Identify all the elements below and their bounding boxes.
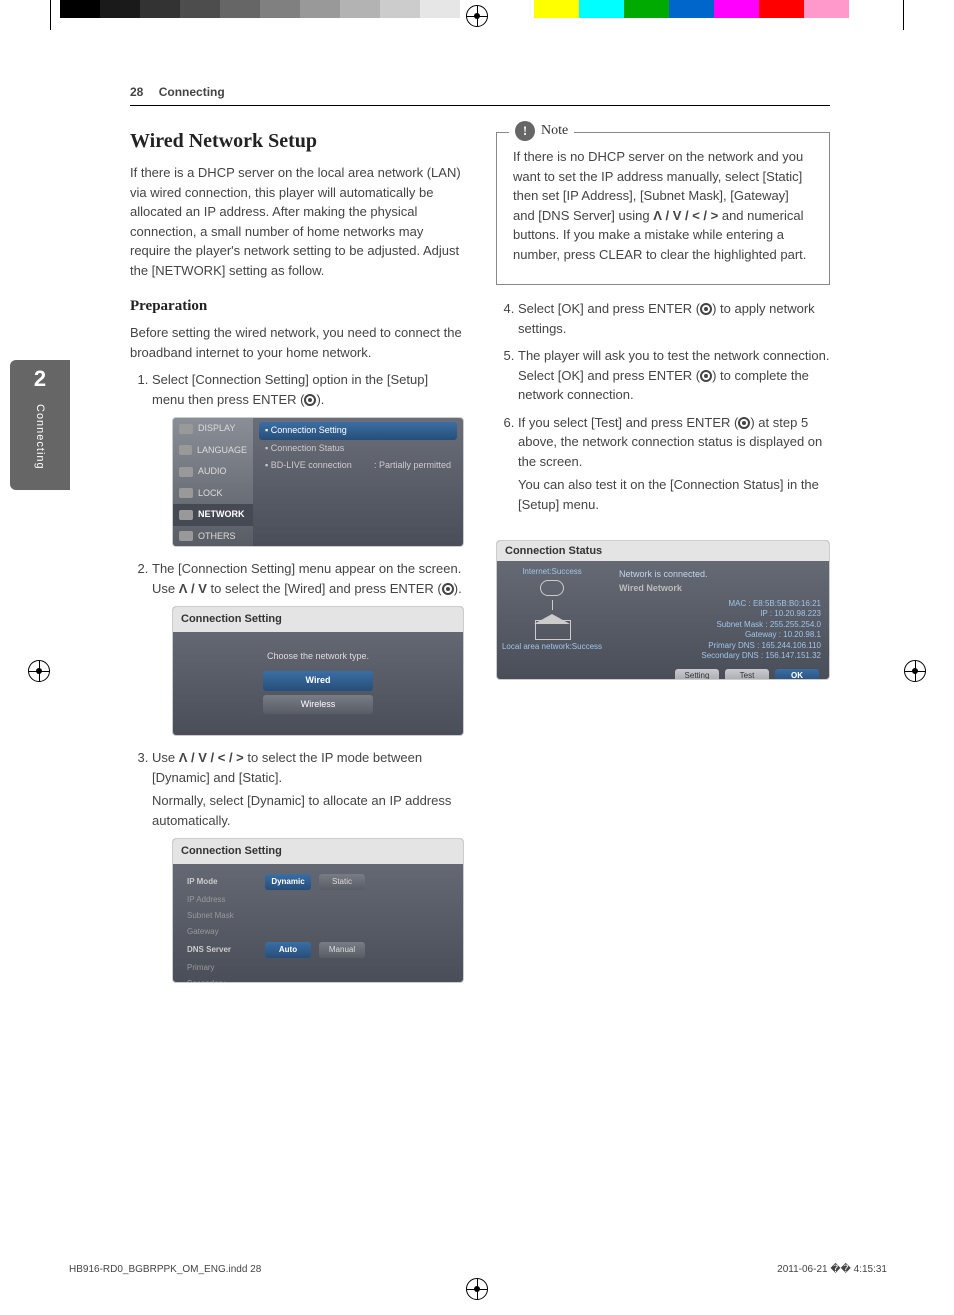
step-2: The [Connection Setting] menu appear on … bbox=[152, 559, 464, 736]
screenshot-ip-settings: Connection Setting IP Mode Dynamic Stati… bbox=[172, 838, 464, 983]
sdns-value: Secondary DNS : 156.147.151.32 bbox=[619, 651, 821, 661]
step-6: If you select [Test] and press ENTER () … bbox=[518, 413, 830, 515]
static-button: Static bbox=[319, 874, 365, 890]
ip-value: IP : 10.20.98.223 bbox=[619, 609, 821, 619]
step-4: Select [OK] and press ENTER () to apply … bbox=[518, 299, 830, 338]
step-3: Use Λ / V / < / > to select the IP mode … bbox=[152, 748, 464, 983]
ip-address-label: IP Address bbox=[187, 894, 257, 906]
preparation-paragraph: Before setting the wired network, you ne… bbox=[130, 323, 464, 362]
submenu-item: ▪ BD-LIVE connection: Partially permitte… bbox=[259, 457, 457, 475]
note-icon: ! bbox=[515, 121, 535, 141]
intro-paragraph: If there is a DHCP server on the local a… bbox=[130, 163, 464, 280]
secondary-label: Secondary bbox=[187, 978, 257, 984]
arrow-keys-icon: Λ / V bbox=[179, 581, 207, 596]
screenshot-setup-menu: DISPLAY LANGUAGE AUDIO LOCK NETWORK OTHE… bbox=[172, 417, 464, 547]
steps-list-cont: Select [OK] and press ENTER () to apply … bbox=[496, 299, 830, 522]
enter-icon bbox=[700, 370, 712, 382]
primary-label: Primary bbox=[187, 962, 257, 974]
screenshot-title: Connection Setting bbox=[173, 607, 463, 632]
subnet-value: Subnet Mask : 255.255.254.0 bbox=[619, 620, 821, 630]
registration-mark-icon bbox=[466, 1278, 488, 1300]
wireless-button: Wireless bbox=[263, 695, 373, 715]
side-tab-number: 2 bbox=[34, 360, 46, 392]
note-box: ! Note If there is no DHCP server on the… bbox=[496, 132, 830, 285]
gateway-value: Gateway : 10.20.98.1 bbox=[619, 630, 821, 640]
preparation-heading: Preparation bbox=[130, 298, 464, 315]
line-icon bbox=[552, 600, 553, 610]
step-5: The player will ask you to test the netw… bbox=[518, 346, 830, 405]
enter-icon bbox=[738, 417, 750, 429]
steps-list: Select [Connection Setting] option in th… bbox=[130, 370, 464, 995]
display-icon bbox=[179, 424, 193, 434]
print-color-bar bbox=[534, 0, 894, 18]
menu-item: LOCK bbox=[173, 483, 253, 505]
ip-mode-label: IP Mode bbox=[187, 876, 257, 888]
subnet-label: Subnet Mask bbox=[187, 910, 257, 922]
cloud-icon bbox=[540, 580, 564, 596]
screenshot-title: Connection Setting bbox=[173, 839, 463, 864]
page-number: 28 bbox=[130, 85, 143, 99]
submenu-item: ▪ Connection Status bbox=[259, 440, 457, 458]
crop-mark bbox=[50, 0, 51, 30]
screenshot-prompt: Choose the network type. bbox=[267, 650, 369, 664]
enter-icon bbox=[304, 394, 316, 406]
page-header: 28 Connecting bbox=[130, 85, 830, 106]
language-icon bbox=[179, 445, 192, 455]
arrow-keys-icon: Λ / V / < / > bbox=[653, 208, 718, 223]
network-icon bbox=[179, 510, 193, 520]
test-button: Test bbox=[725, 669, 769, 680]
dns-label: DNS Server bbox=[187, 944, 257, 956]
auto-button: Auto bbox=[265, 942, 311, 958]
header-section: Connecting bbox=[159, 85, 225, 99]
side-tab: 2 Connecting bbox=[10, 360, 70, 490]
footer-filename: HB916-RD0_BGBRPPK_OM_ENG.indd 28 bbox=[69, 1264, 261, 1275]
others-icon bbox=[179, 531, 193, 541]
manual-button: Manual bbox=[319, 942, 365, 958]
dynamic-button: Dynamic bbox=[265, 874, 311, 890]
screenshot-title: Connection Status bbox=[497, 541, 829, 561]
menu-item: OTHERS bbox=[173, 526, 253, 548]
submenu-item-selected: ▪ Connection Setting bbox=[259, 422, 457, 440]
pdns-value: Primary DNS : 165.244.106.110 bbox=[619, 641, 821, 651]
footer-timestamp: 2011-06-21 �� 4:15:31 bbox=[777, 1264, 887, 1275]
ok-button: OK bbox=[775, 669, 819, 680]
lock-icon bbox=[179, 488, 193, 498]
wired-button: Wired bbox=[263, 671, 373, 691]
internet-status: Internet:Success bbox=[522, 567, 582, 576]
screenshot-connection-status: Connection Status Internet:Success Local… bbox=[496, 540, 830, 680]
registration-mark-icon bbox=[466, 5, 488, 27]
print-footer: HB916-RD0_BGBRPPK_OM_ENG.indd 28 2011-06… bbox=[63, 1264, 893, 1275]
connected-text: Network is connected. bbox=[619, 569, 821, 579]
menu-item: AUDIO bbox=[173, 461, 253, 483]
screenshot-connection-setting-type: Connection Setting Choose the network ty… bbox=[172, 606, 464, 736]
house-icon bbox=[535, 614, 569, 638]
arrow-keys-icon: Λ / V / < / > bbox=[179, 750, 244, 765]
audio-icon bbox=[179, 467, 193, 477]
side-tab-label: Connecting bbox=[34, 404, 46, 470]
registration-mark-icon bbox=[28, 660, 50, 682]
step-1: Select [Connection Setting] option in th… bbox=[152, 370, 464, 547]
registration-mark-icon bbox=[904, 660, 926, 682]
menu-item: DISPLAY bbox=[173, 418, 253, 440]
menu-item-selected: NETWORK bbox=[173, 504, 253, 526]
setting-button: Setting bbox=[675, 669, 719, 680]
gateway-label: Gateway bbox=[187, 926, 257, 938]
menu-item: LANGUAGE bbox=[173, 440, 253, 462]
section-title: Wired Network Setup bbox=[130, 130, 464, 153]
crop-mark bbox=[903, 0, 904, 30]
print-gray-bar bbox=[60, 0, 460, 18]
lan-status: Local area network:Success bbox=[502, 642, 602, 651]
note-body: If there is no DHCP server on the networ… bbox=[513, 147, 813, 264]
mac-value: MAC : E8:5B:5B:B0:16:21 bbox=[619, 599, 821, 609]
network-type: Wired Network bbox=[619, 583, 821, 593]
enter-icon bbox=[442, 583, 454, 595]
note-heading: Note bbox=[541, 123, 568, 139]
enter-icon bbox=[700, 303, 712, 315]
